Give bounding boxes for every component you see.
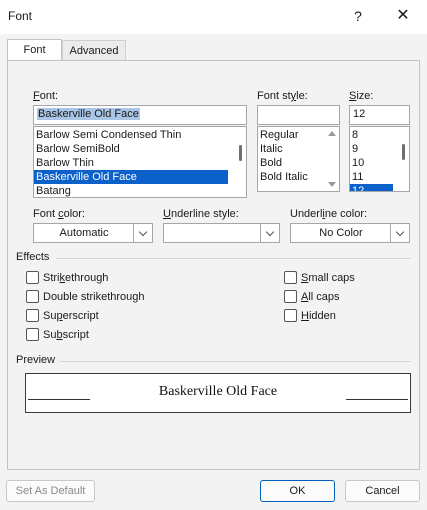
- size-list-scrollbar[interactable]: [398, 127, 409, 191]
- preview-baseline-right: [346, 399, 408, 400]
- window-title: Font: [8, 9, 33, 23]
- ok-button[interactable]: OK: [260, 480, 335, 502]
- set-as-default-button[interactable]: Set As Default: [6, 480, 95, 502]
- superscript-checkbox[interactable]: Superscript: [26, 309, 99, 322]
- subscript-label: Subscript: [43, 328, 89, 341]
- double-strikethrough-checkbox[interactable]: Double strikethrough: [26, 290, 145, 303]
- strikethrough-checkbox[interactable]: Strikethrough: [26, 271, 108, 284]
- font-style-input[interactable]: [257, 105, 340, 125]
- size-list-scroll-thumb[interactable]: [402, 144, 405, 160]
- effects-group-title: Effects: [16, 251, 50, 263]
- double-strikethrough-label: Double strikethrough: [43, 290, 145, 303]
- size-input[interactable]: 12: [349, 105, 410, 125]
- size-list-item-selected[interactable]: 12: [350, 184, 393, 191]
- effects-divider: [56, 258, 411, 259]
- checkbox-box[interactable]: [26, 309, 39, 322]
- checkbox-box[interactable]: [284, 271, 297, 284]
- font-style-label: Font style:: [257, 90, 308, 102]
- font-list-scroll-thumb[interactable]: [239, 145, 242, 161]
- tab-font-label: Font: [23, 44, 46, 56]
- font-color-value: Automatic: [59, 227, 109, 239]
- underline-color-value: No Color: [319, 227, 363, 239]
- checkbox-box[interactable]: [26, 328, 39, 341]
- font-list-item[interactable]: Barlow Thin: [34, 156, 246, 170]
- font-style-scrollbar[interactable]: [326, 127, 339, 191]
- checkbox-box[interactable]: [26, 290, 39, 303]
- hidden-checkbox[interactable]: Hidden: [284, 309, 336, 322]
- font-list-scrollbar[interactable]: [235, 127, 246, 197]
- small-caps-label: Small caps: [301, 271, 355, 284]
- underline-style-label: Underline style:: [163, 208, 239, 220]
- font-list[interactable]: Barlow Semi Condensed Thin Barlow SemiBo…: [33, 126, 247, 198]
- close-button[interactable]: ✕: [390, 4, 416, 28]
- hidden-label: Hidden: [301, 309, 336, 322]
- tab-font[interactable]: Font: [7, 39, 62, 61]
- title-bar: Font ? ✕: [0, 0, 427, 34]
- small-caps-checkbox[interactable]: Small caps: [284, 271, 355, 284]
- font-list-item[interactable]: Batang: [34, 184, 246, 197]
- all-caps-checkbox[interactable]: All caps: [284, 290, 340, 303]
- checkbox-box[interactable]: [284, 309, 297, 322]
- font-color-chevron-icon[interactable]: [133, 224, 152, 242]
- help-button[interactable]: ?: [346, 4, 370, 28]
- font-label: Font:: [33, 90, 59, 102]
- subscript-checkbox[interactable]: Subscript: [26, 328, 89, 341]
- preview-divider: [60, 361, 411, 362]
- font-list-item[interactable]: Barlow Semi Condensed Thin: [34, 128, 246, 142]
- size-label: Size:: [349, 90, 374, 102]
- font-list-item[interactable]: Barlow SemiBold: [34, 142, 246, 156]
- checkbox-box[interactable]: [284, 290, 297, 303]
- underline-color-label: Underline color:: [290, 208, 368, 220]
- font-color-dropdown[interactable]: Automatic: [33, 223, 153, 243]
- strikethrough-label: Strikethrough: [43, 271, 109, 284]
- tab-advanced-label: Advanced: [69, 45, 119, 57]
- underline-color-chevron-icon[interactable]: [390, 224, 409, 242]
- font-name-value: Baskerville Old Face: [37, 108, 140, 120]
- preview-box: Baskerville Old Face: [25, 373, 411, 413]
- tab-advanced[interactable]: Advanced: [62, 40, 126, 62]
- cancel-button[interactable]: Cancel: [345, 480, 420, 502]
- all-caps-label: All caps: [301, 290, 340, 303]
- preview-text: Baskerville Old Face: [158, 384, 278, 399]
- checkbox-box[interactable]: [26, 271, 39, 284]
- scroll-up-arrow-icon[interactable]: [328, 131, 336, 136]
- scroll-down-arrow-icon[interactable]: [328, 182, 336, 187]
- superscript-label: Superscript: [43, 309, 99, 322]
- preview-group-title: Preview: [16, 354, 56, 366]
- font-style-list[interactable]: Regular Italic Bold Bold Italic: [257, 126, 340, 192]
- underline-style-chevron-icon[interactable]: [260, 224, 279, 242]
- font-list-item-selected[interactable]: Baskerville Old Face: [34, 170, 228, 184]
- font-name-input[interactable]: Baskerville Old Face: [33, 105, 247, 125]
- underline-style-dropdown[interactable]: [163, 223, 280, 243]
- size-list[interactable]: 8 9 10 11 12: [349, 126, 410, 192]
- font-color-label: Font color:: [33, 208, 85, 220]
- underline-color-dropdown[interactable]: No Color: [290, 223, 410, 243]
